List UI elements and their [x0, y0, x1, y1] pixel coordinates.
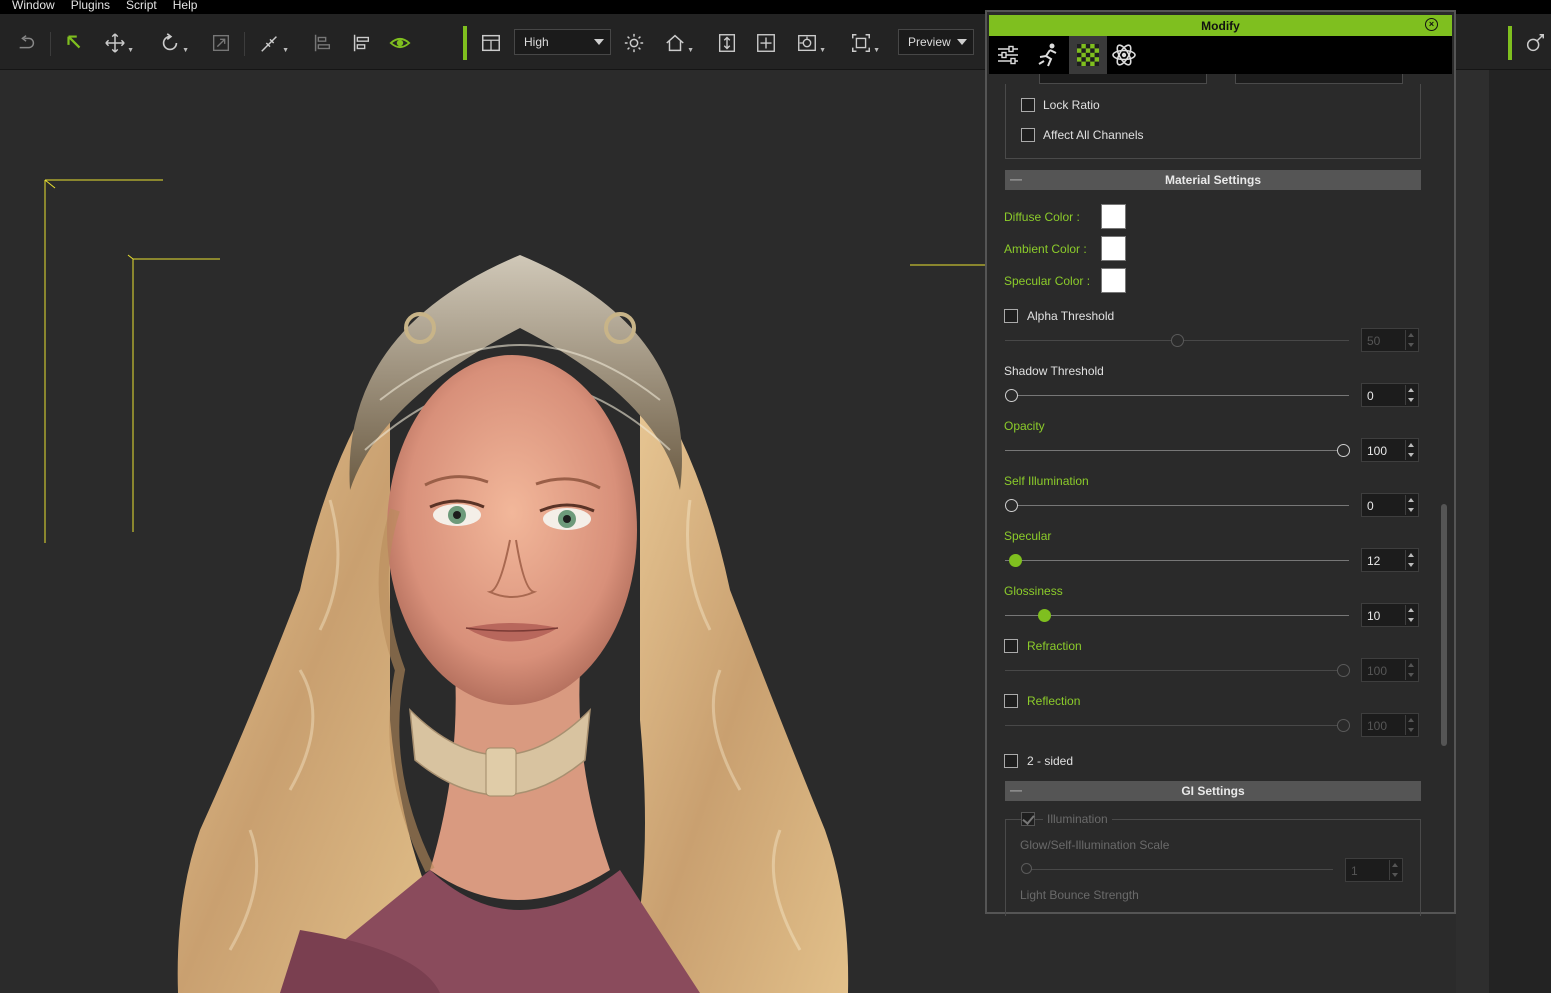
lock-ratio-checkbox[interactable] — [1021, 98, 1035, 112]
menu-script[interactable]: Script — [126, 0, 157, 11]
self-illumination-label: Self Illumination — [1004, 474, 1089, 488]
alpha-threshold-checkbox[interactable] — [1004, 309, 1018, 323]
shadow-threshold-spinbox[interactable]: 0 — [1361, 383, 1419, 407]
opacity-slider[interactable] — [1005, 450, 1349, 451]
diffuse-color-label: Diffuse Color : — [1004, 210, 1080, 224]
two-sided-label: 2 - sided — [1027, 754, 1074, 768]
alpha-threshold-thumb[interactable] — [1171, 334, 1184, 347]
align-right-icon[interactable] — [348, 30, 374, 56]
glow-scale-spinbox[interactable]: 1 — [1345, 858, 1403, 882]
right-toolbar-area — [1489, 70, 1551, 993]
collapse-icon: — — [1010, 783, 1022, 797]
ambient-color-swatch[interactable] — [1101, 236, 1126, 261]
glossiness-label: Glossiness — [1004, 584, 1063, 598]
reflection-label: Reflection — [1027, 694, 1081, 708]
quality-value: High — [524, 35, 549, 49]
camera-icon[interactable]: ▼ — [794, 30, 826, 56]
render-mode-dropdown[interactable]: Preview — [898, 29, 974, 55]
texture-options-group — [1005, 84, 1421, 159]
mode-dropdown-partial[interactable] — [1235, 74, 1403, 84]
modify-panel: Modify × Lock Ratio Affect All Channels … — [985, 10, 1458, 916]
glossiness-spinbox[interactable]: 10 — [1361, 603, 1419, 627]
center-icon[interactable] — [753, 30, 779, 56]
lock-ratio-label: Lock Ratio — [1043, 98, 1100, 112]
align-left-icon[interactable] — [309, 30, 335, 56]
redo-icon[interactable] — [14, 30, 40, 56]
illumination-label: Illumination — [1043, 812, 1112, 826]
snap-icon[interactable]: ▼ — [257, 30, 289, 56]
affect-all-channels-label: Affect All Channels — [1043, 128, 1144, 142]
alpha-threshold-label: Alpha Threshold — [1027, 309, 1115, 323]
refraction-thumb[interactable] — [1337, 664, 1350, 677]
menu-window[interactable]: Window — [12, 0, 55, 11]
side-strip — [1456, 70, 1489, 993]
glow-scale-label: Glow/Self-Illumination Scale — [1020, 838, 1170, 852]
two-sided-checkbox[interactable] — [1004, 754, 1018, 768]
quality-dropdown[interactable]: High — [514, 29, 611, 55]
window-icon[interactable] — [478, 30, 504, 56]
specular-label: Specular — [1004, 529, 1052, 543]
panel-scrollbar[interactable] — [1441, 504, 1447, 746]
glow-scale-thumb[interactable] — [1021, 863, 1032, 874]
glow-scale-slider[interactable] — [1021, 869, 1333, 870]
frame-icon[interactable]: ▼ — [848, 30, 880, 56]
gi-settings-header[interactable]: — GI Settings — [1005, 781, 1421, 801]
gi-settings-title: GI Settings — [1181, 784, 1245, 798]
eye-icon[interactable] — [387, 30, 413, 56]
glossiness-thumb[interactable] — [1038, 609, 1051, 622]
opacity-label: Opacity — [1004, 419, 1045, 433]
specular-color-label: Specular Color : — [1004, 274, 1091, 288]
panel-content: Lock Ratio Affect All Channels — Materia… — [987, 12, 1458, 916]
opacity-spinbox[interactable]: 100 — [1361, 438, 1419, 462]
reflection-thumb[interactable] — [1337, 719, 1350, 732]
render-mode-value: Preview — [908, 35, 951, 49]
collapse-icon: — — [1010, 172, 1022, 186]
material-settings-title: Material Settings — [1164, 173, 1262, 187]
menu-help[interactable]: Help — [173, 0, 198, 11]
move-icon[interactable]: ▼ — [102, 30, 134, 56]
specular-color-swatch[interactable] — [1101, 268, 1126, 293]
refraction-label: Refraction — [1027, 639, 1082, 653]
reflection-slider[interactable] — [1005, 725, 1349, 726]
ambient-color-label: Ambient Color : — [1004, 242, 1087, 256]
fit-icon[interactable] — [714, 30, 740, 56]
specular-spinbox[interactable]: 12 — [1361, 548, 1419, 572]
reset-icon[interactable] — [1522, 30, 1548, 56]
refraction-spinbox[interactable]: 100 — [1361, 658, 1419, 682]
self-illumination-spinbox[interactable]: 0 — [1361, 493, 1419, 517]
specular-thumb[interactable] — [1009, 554, 1022, 567]
refraction-checkbox[interactable] — [1004, 639, 1018, 653]
refraction-slider[interactable] — [1005, 670, 1349, 671]
glossiness-slider[interactable] — [1005, 615, 1349, 616]
veil-right — [640, 370, 849, 993]
specular-slider[interactable] — [1005, 560, 1349, 561]
app-window: Window Plugins Script Help ▼ ▼ ▼ High ▼ … — [0, 0, 1551, 993]
scale-icon[interactable] — [208, 30, 234, 56]
affect-all-channels-checkbox[interactable] — [1021, 128, 1035, 142]
light-bounce-label: Light Bounce Strength — [1020, 888, 1139, 902]
shadow-threshold-slider[interactable] — [1005, 395, 1349, 396]
scene-render — [44, 179, 985, 993]
material-settings-header[interactable]: — Material Settings — [1005, 170, 1421, 190]
rotate-icon[interactable]: ▼ — [157, 30, 189, 56]
diffuse-color-swatch[interactable] — [1101, 204, 1126, 229]
menu-plugins[interactable]: Plugins — [71, 0, 110, 11]
home-icon[interactable]: ▼ — [662, 30, 694, 56]
illumination-checkbox[interactable] — [1021, 812, 1035, 826]
select-arrow-icon[interactable] — [61, 30, 87, 56]
opacity-thumb[interactable] — [1337, 444, 1350, 457]
self-illumination-slider[interactable] — [1005, 505, 1349, 506]
shadow-threshold-thumb[interactable] — [1005, 389, 1018, 402]
self-illumination-thumb[interactable] — [1005, 499, 1018, 512]
channel-dropdown-partial[interactable] — [1039, 74, 1207, 84]
alpha-threshold-spinbox[interactable]: 50 — [1361, 328, 1419, 352]
sun-icon[interactable] — [621, 30, 647, 56]
reflection-checkbox[interactable] — [1004, 694, 1018, 708]
3d-viewport[interactable] — [0, 70, 985, 993]
reflection-spinbox[interactable]: 100 — [1361, 713, 1419, 737]
shadow-threshold-label: Shadow Threshold — [1004, 364, 1104, 378]
